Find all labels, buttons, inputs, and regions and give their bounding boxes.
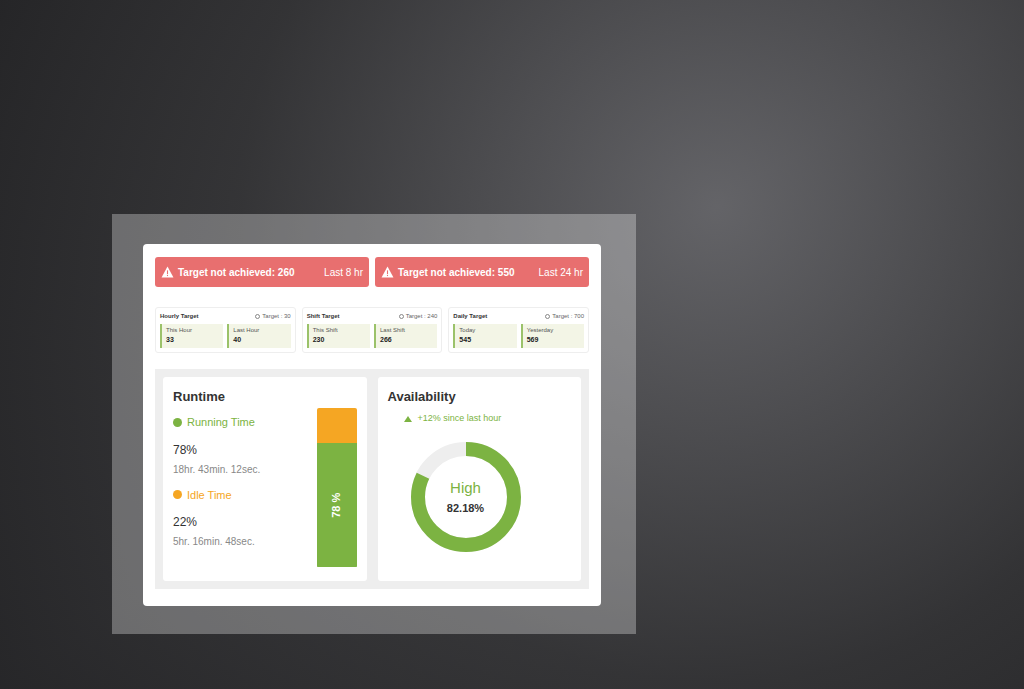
target-value: Target : 30 xyxy=(262,312,290,321)
target-title: Daily Target xyxy=(453,312,487,321)
availability-card: Availability +12% since last hour High82.1… xyxy=(378,377,582,581)
bar-label: 78 % xyxy=(328,493,345,518)
target-value: Target : 240 xyxy=(406,312,438,321)
runtime-percent: 78% xyxy=(173,441,260,459)
donut-chart xyxy=(411,442,521,552)
alert-banner: Target not achieved: 550 Last 24 hr xyxy=(375,257,589,287)
target-title: Hourly Target xyxy=(160,312,199,321)
target-stat: Today545 xyxy=(453,324,516,348)
availability-status: High xyxy=(450,477,481,500)
alert-message: Target not achieved: 550 xyxy=(398,265,515,280)
stat-value: 230 xyxy=(313,335,366,346)
alert-period: Last 24 hr xyxy=(539,265,583,280)
stat-value: 40 xyxy=(233,335,286,346)
target-card: Hourly TargetTarget : 30This Hour33Last … xyxy=(155,307,296,353)
legend-label: Idle Time xyxy=(187,487,232,504)
stat-label: Yesterday xyxy=(527,326,580,335)
stat-value: 33 xyxy=(166,335,219,346)
warning-icon xyxy=(381,266,394,278)
stat-label: This Hour xyxy=(166,326,219,335)
runtime-duration: 5hr. 16min. 48sec. xyxy=(173,534,260,549)
target-stat: Last Shift266 xyxy=(374,324,437,348)
availability-title: Availability xyxy=(388,387,572,407)
alert-period: Last 8 hr xyxy=(324,265,363,280)
target-value: Target : 700 xyxy=(552,312,584,321)
target-icon xyxy=(399,314,404,319)
warning-icon xyxy=(161,266,174,278)
running-fill: 78 % xyxy=(317,443,357,568)
legend-dot xyxy=(173,418,182,427)
runtime-card: Runtime Running Time 78% 18hr. 43min. 12sec… xyxy=(163,377,367,581)
metrics-area: Runtime Running Time 78% 18hr. 43min. 12sec… xyxy=(155,369,589,589)
target-stat: Last Hour40 xyxy=(227,324,290,348)
runtime-item: Running Time 78% 18hr. 43min. 12sec. xyxy=(173,414,260,477)
legend-dot xyxy=(173,490,182,499)
runtime-percent: 22% xyxy=(173,513,260,531)
legend-label: Running Time xyxy=(187,414,255,431)
target-icon xyxy=(545,314,550,319)
stat-label: This Shift xyxy=(313,326,366,335)
page: Target not achieved: 260Last 8 hrTarget … xyxy=(0,0,1024,689)
availability-donut: High82.18% xyxy=(411,442,521,552)
stat-value: 266 xyxy=(380,335,433,346)
target-stat: This Hour33 xyxy=(160,324,223,348)
overlay-panel: Target not achieved: 260Last 8 hrTarget … xyxy=(112,214,636,634)
runtime-duration: 18hr. 43min. 12sec. xyxy=(173,462,260,477)
target-icon xyxy=(255,314,260,319)
stat-label: Last Hour xyxy=(233,326,286,335)
alert-banner: Target not achieved: 260 Last 8 hr xyxy=(155,257,369,287)
stat-label: Last Shift xyxy=(380,326,433,335)
availability-value: 82.18% xyxy=(447,500,484,517)
target-stat: Yesterday569 xyxy=(521,324,584,348)
alert-message: Target not achieved: 260 xyxy=(178,265,295,280)
target-title: Shift Target xyxy=(307,312,340,321)
idle-fill xyxy=(317,408,357,443)
stat-value: 569 xyxy=(527,335,580,346)
stat-value: 545 xyxy=(459,335,512,346)
runtime-item: Idle Time 22% 5hr. 16min. 48sec. xyxy=(173,487,260,550)
target-card: Daily TargetTarget : 700Today545Yesterda… xyxy=(448,307,589,353)
runtime-title: Runtime xyxy=(173,387,260,407)
alert-row: Target not achieved: 260Last 8 hrTarget … xyxy=(155,257,589,287)
up-arrow-icon xyxy=(404,416,412,422)
target-row: Hourly TargetTarget : 30This Hour33Last … xyxy=(155,307,589,353)
dashboard-card: Target not achieved: 260Last 8 hrTarget … xyxy=(143,244,601,606)
stat-label: Today xyxy=(459,326,512,335)
runtime-bar: 78 % xyxy=(317,408,357,568)
target-stat: This Shift230 xyxy=(307,324,370,348)
target-card: Shift TargetTarget : 240This Shift230Las… xyxy=(302,307,443,353)
availability-change: +12% since last hour xyxy=(418,412,502,426)
